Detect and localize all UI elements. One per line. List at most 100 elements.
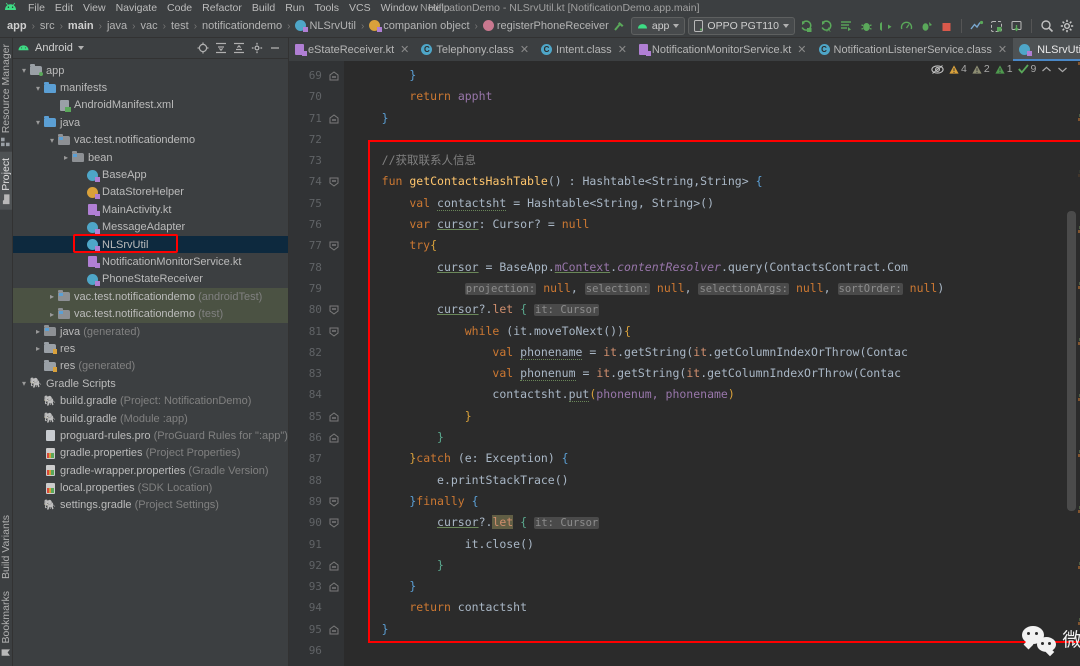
tree-node-notificationmonitorservice-kt[interactable]: NotificationMonitorService.kt: [13, 253, 288, 270]
line-number-73[interactable]: 73: [289, 150, 344, 171]
tree-node-androidmanifest-xml[interactable]: AndroidManifest.xml: [13, 97, 288, 114]
breadcrumb-item-notificationdemo[interactable]: notificationdemo: [200, 20, 284, 32]
chevron-right-icon[interactable]: ▸: [33, 327, 43, 336]
inspection-ok-count[interactable]: 9: [1017, 63, 1036, 75]
line-number-84[interactable]: 84: [289, 384, 344, 405]
tree-node-res[interactable]: ▸ res: [13, 340, 288, 357]
tree-node-messageadapter[interactable]: MessageAdapter: [13, 219, 288, 236]
tree-node-vac-test-notificationdemo[interactable]: ▸ vac.test.notificationdemo (androidTest): [13, 288, 288, 306]
warning-count-yellow[interactable]: 4: [949, 63, 967, 75]
fold-expand-icon[interactable]: [329, 433, 339, 443]
tree-node-build-gradle[interactable]: 🐘 build.gradle (Project: NotificationDemo…: [13, 392, 288, 409]
fold-expand-icon[interactable]: [329, 561, 339, 571]
menu-item-run[interactable]: Run: [280, 2, 309, 14]
line-number-71[interactable]: 71: [289, 108, 344, 129]
tree-node-vac-test-notificationdemo[interactable]: ▸ vac.test.notificationdemo (test): [13, 305, 288, 323]
chevron-down-icon[interactable]: ▾: [19, 379, 29, 388]
line-number-gutter[interactable]: 69 70 71 72 73 74 75 76 77 78 79 80 81 82 83 84 85 86 87 88…: [288, 61, 344, 666]
line-number-96[interactable]: 96: [289, 640, 344, 661]
menu-item-help[interactable]: Help: [423, 2, 455, 14]
editor-tab-estatereceiver-kt[interactable]: eStateReceiver.kt ✕: [289, 38, 415, 61]
tree-node-mainactivity-kt[interactable]: MainActivity.kt: [13, 201, 288, 218]
target-icon[interactable]: [197, 42, 209, 54]
hide-icon[interactable]: [269, 42, 281, 54]
code-line-79[interactable]: projection: null, selection: null, selec…: [344, 278, 1076, 299]
close-icon[interactable]: ✕: [400, 43, 409, 56]
tree-node-java[interactable]: ▸ java (generated): [13, 323, 288, 340]
stripe-tab-project[interactable]: Project: [0, 152, 12, 210]
line-number-83[interactable]: 83: [289, 363, 344, 384]
fold-expand-icon[interactable]: [329, 625, 339, 635]
close-icon[interactable]: ✕: [520, 43, 529, 56]
chevron-down-icon[interactable]: ▾: [33, 118, 43, 127]
line-number-94[interactable]: 94: [289, 597, 344, 618]
code-line-72[interactable]: [344, 129, 1076, 150]
close-icon[interactable]: ✕: [618, 43, 627, 56]
line-number-76[interactable]: 76: [289, 214, 344, 235]
code-line-90[interactable]: cursor?.let { it: Cursor: [344, 512, 1076, 533]
tree-node-proguard-rules-pro[interactable]: proguard-rules.pro (ProGuard Rules for "…: [13, 427, 288, 444]
fold-collapse-icon[interactable]: [329, 518, 339, 528]
line-number-85[interactable]: 85: [289, 406, 344, 427]
tree-node-app[interactable]: ▾ app: [13, 62, 288, 79]
line-number-77[interactable]: 77: [289, 235, 344, 256]
collapse-all-icon[interactable]: [233, 42, 245, 54]
code-line-97[interactable]: [344, 661, 1076, 666]
breadcrumb-item-main[interactable]: main: [66, 20, 96, 32]
code-line-87[interactable]: }catch (e: Exception) {: [344, 448, 1076, 469]
breadcrumb-item-src[interactable]: src: [38, 20, 57, 32]
tree-node-gradle-properties[interactable]: gradle.properties (Project Properties): [13, 445, 288, 462]
code-line-89[interactable]: }finally {: [344, 491, 1076, 512]
tree-node-phonestatereceiver[interactable]: PhoneStateReceiver: [13, 271, 288, 288]
code-line-81[interactable]: while (it.moveToNext()){: [344, 321, 1076, 342]
line-number-88[interactable]: 88: [289, 470, 344, 491]
code-line-78[interactable]: cursor = BaseApp.mContext.contentResolve…: [344, 257, 1076, 278]
device-selector[interactable]: OPPO PGT110: [688, 17, 795, 35]
code-line-71[interactable]: }: [344, 108, 1076, 129]
code-line-77[interactable]: try{: [344, 235, 1076, 256]
fold-expand-icon[interactable]: [329, 113, 339, 124]
line-number-80[interactable]: 80: [289, 299, 344, 320]
code-line-88[interactable]: e.printStackTrace(): [344, 470, 1076, 491]
fold-collapse-icon[interactable]: [329, 497, 339, 507]
line-number-93[interactable]: 93: [289, 576, 344, 597]
code-line-70[interactable]: return appht: [344, 86, 1076, 107]
line-number-69[interactable]: 69: [289, 65, 344, 86]
tree-node-datastorehelper[interactable]: DataStoreHelper: [13, 184, 288, 201]
chevron-down-icon[interactable]: ▾: [47, 136, 57, 145]
code-line-96[interactable]: [344, 640, 1076, 661]
tree-node-manifests[interactable]: ▾ manifests: [13, 79, 288, 96]
code-text-area[interactable]: } return appht } //获取联系人信息 fun getContac…: [343, 61, 1077, 666]
warning-count-green[interactable]: 1: [995, 63, 1013, 75]
apply-code-changes-button[interactable]: A: [818, 18, 835, 35]
tree-node-gradle-scripts[interactable]: ▾ 🐘 Gradle Scripts: [13, 375, 288, 392]
editor-tab-telephony-class[interactable]: C Telephony.class ✕: [415, 38, 535, 61]
fold-expand-icon[interactable]: [329, 71, 339, 81]
breadcrumb-item-app[interactable]: app: [5, 20, 29, 32]
editor-tab-intent-class[interactable]: C Intent.class ✕: [535, 38, 633, 61]
code-line-75[interactable]: val contactsht = Hashtable<String, Strin…: [344, 193, 1076, 214]
editor-tab-bar[interactable]: eStateReceiver.kt ✕ C Telephony.class ✕ C Inte…: [288, 38, 1080, 61]
device-manager-button[interactable]: [968, 18, 985, 35]
code-line-84[interactable]: contactsht.put(phonenum, phonename): [344, 384, 1076, 405]
settings-button[interactable]: [1058, 18, 1075, 35]
stripe-tab-build-variants[interactable]: Build Variants: [0, 509, 12, 585]
editor-vertical-scrollbar[interactable]: [1067, 211, 1077, 511]
layout-inspector-button[interactable]: [988, 18, 1005, 35]
line-number-82[interactable]: 82: [289, 342, 344, 363]
code-line-94[interactable]: return contactsht: [344, 597, 1076, 618]
hammer-icon[interactable]: [611, 18, 628, 35]
editor-tab-notificationlistenerservice-class[interactable]: C NotificationListenerService.class ✕: [813, 38, 1014, 61]
menu-item-tools[interactable]: Tools: [309, 2, 344, 14]
menu-item-navigate[interactable]: Navigate: [111, 2, 162, 14]
menu-item-window[interactable]: Window: [376, 2, 423, 14]
line-number-74[interactable]: 74: [289, 171, 344, 192]
code-line-73[interactable]: //获取联系人信息: [344, 150, 1076, 171]
code-editor[interactable]: 69 70 71 72 73 74 75 76 77 78 79 80 81 82 83 84 85 86 87 88…: [288, 61, 1080, 666]
run-configuration-selector[interactable]: app: [630, 17, 686, 35]
menu-item-vcs[interactable]: VCS: [344, 2, 376, 14]
tree-node-build-gradle[interactable]: 🐘 build.gradle (Module :app): [13, 410, 288, 427]
line-number-91[interactable]: 91: [289, 534, 344, 555]
chevron-right-icon[interactable]: ▸: [61, 153, 71, 162]
run-anything-button[interactable]: [918, 18, 935, 35]
